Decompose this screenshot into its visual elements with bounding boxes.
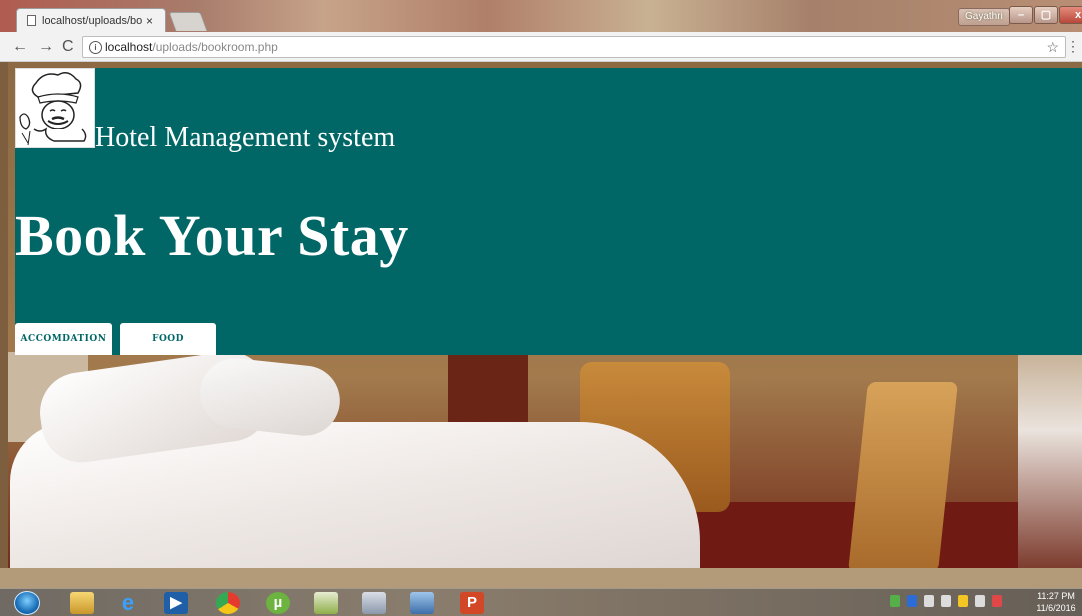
volume-icon[interactable] bbox=[975, 595, 985, 607]
page-viewport: Hotel Management system Book Your Stay A… bbox=[0, 62, 1082, 588]
header-panel: Hotel Management system Book Your Stay A… bbox=[15, 68, 1082, 355]
powerpoint-icon[interactable]: P bbox=[460, 592, 484, 614]
forward-button[interactable]: → bbox=[38, 37, 54, 57]
address-bar[interactable]: i localhost/uploads/bookroom.php ☆ bbox=[82, 36, 1066, 58]
minimize-button[interactable]: – bbox=[1009, 6, 1033, 24]
chef-icon bbox=[19, 72, 87, 146]
tab-title: localhost/uploads/bookr bbox=[42, 14, 142, 27]
maximize-button[interactable]: ▢ bbox=[1034, 6, 1058, 24]
media-player-icon[interactable]: ▶ bbox=[164, 592, 188, 614]
profile-button[interactable]: Gayathri bbox=[958, 8, 1010, 26]
browser-titlebar: localhost/uploads/bookr × Gayathri – ▢ x bbox=[0, 0, 1082, 32]
taskbar-clock[interactable]: 11:27 PM 11/6/2016 bbox=[1030, 590, 1082, 614]
start-button[interactable] bbox=[14, 591, 40, 615]
app-green-icon[interactable] bbox=[314, 592, 338, 614]
reload-button[interactable]: C bbox=[62, 37, 74, 57]
paint-icon[interactable] bbox=[362, 592, 386, 614]
internet-explorer-icon[interactable]: e bbox=[116, 592, 140, 614]
network-connection-icon[interactable] bbox=[924, 595, 934, 607]
site-title: Hotel Management system bbox=[95, 122, 396, 153]
accommodation-button[interactable]: ACCOMDATION bbox=[15, 323, 112, 355]
chef-logo bbox=[15, 68, 95, 148]
windows-taskbar: e ▶ µ P 11:27 PM 11/6/2016 bbox=[0, 588, 1082, 616]
system-tray bbox=[890, 595, 1002, 607]
action-center-icon[interactable] bbox=[992, 595, 1002, 607]
utorrent-icon[interactable]: µ bbox=[266, 592, 290, 614]
bookmark-star-icon[interactable]: ☆ bbox=[1046, 37, 1059, 57]
chrome-icon[interactable] bbox=[216, 592, 240, 614]
background-bottom bbox=[0, 568, 1082, 588]
back-button[interactable]: ← bbox=[12, 37, 28, 57]
windows-explorer-icon[interactable] bbox=[70, 592, 94, 614]
monitor-icon[interactable] bbox=[410, 592, 434, 614]
tray-app-icon[interactable] bbox=[890, 595, 900, 607]
signal-icon[interactable] bbox=[941, 595, 951, 607]
window-controls: – ▢ x bbox=[1008, 6, 1082, 24]
browser-menu-icon[interactable]: ⋮ bbox=[1066, 38, 1080, 55]
url-path: /uploads/bookroom.php bbox=[152, 40, 278, 54]
close-window-button[interactable]: x bbox=[1059, 6, 1082, 24]
browser-tab[interactable]: localhost/uploads/bookr × bbox=[16, 8, 166, 32]
background-edge bbox=[0, 62, 8, 588]
new-tab-button[interactable] bbox=[168, 12, 208, 31]
bluetooth-icon[interactable] bbox=[907, 595, 917, 607]
browser-toolbar: ← → C i localhost/uploads/bookroom.php ☆… bbox=[0, 32, 1082, 62]
url-text: localhost/uploads/bookroom.php bbox=[105, 37, 278, 57]
warning-icon[interactable] bbox=[958, 595, 968, 607]
info-icon[interactable]: i bbox=[89, 41, 102, 54]
food-button[interactable]: FOOD bbox=[120, 323, 216, 355]
tab-close-icon[interactable]: × bbox=[146, 14, 153, 28]
page-heading: Book Your Stay bbox=[15, 203, 409, 268]
clock-time: 11:27 PM bbox=[1037, 591, 1075, 601]
clock-date: 11/6/2016 bbox=[1036, 603, 1076, 613]
page-icon bbox=[27, 15, 36, 26]
url-host: localhost bbox=[105, 40, 153, 54]
